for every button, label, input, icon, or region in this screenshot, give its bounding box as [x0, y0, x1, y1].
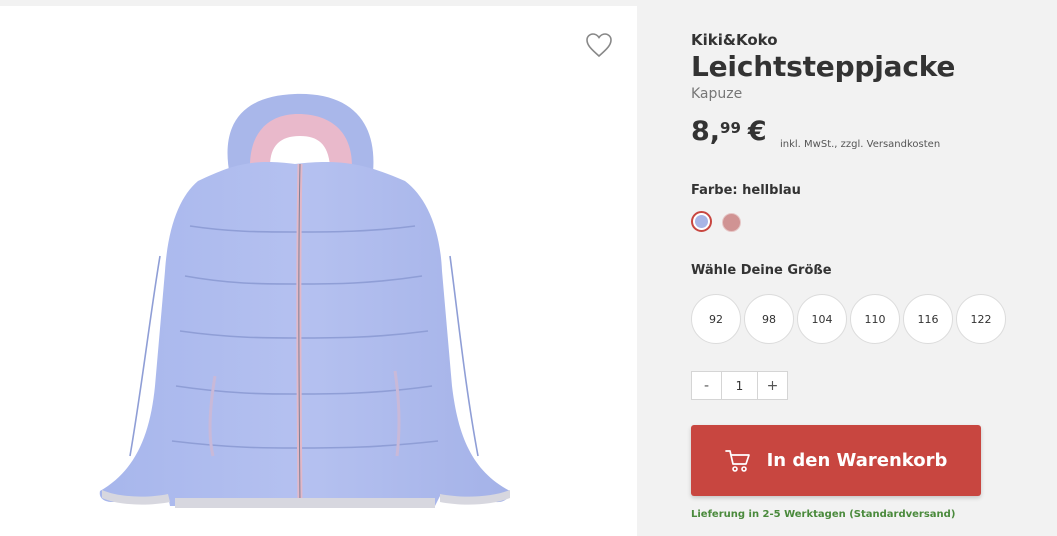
- price-currency: €: [747, 116, 767, 147]
- product-subtitle: Kapuze: [691, 86, 743, 102]
- quantity-decrease-button[interactable]: -: [692, 372, 721, 399]
- price-cents: 99: [720, 119, 741, 137]
- delivery-info: Lieferung in 2-5 Werktagen (Standardvers…: [691, 509, 956, 520]
- product-image: [99, 93, 510, 508]
- color-swatch-hellblau[interactable]: [691, 211, 712, 232]
- product-title: Leichtsteppjacke: [691, 50, 956, 83]
- vat-note: inkl. MwSt., zzgl. Versandkosten: [780, 139, 941, 150]
- size-option-98[interactable]: 98: [744, 294, 794, 344]
- size-option-116[interactable]: 116: [903, 294, 953, 344]
- size-option-110[interactable]: 110: [850, 294, 900, 344]
- color-swatch-rose[interactable]: [722, 213, 741, 232]
- price: 8,99 €: [691, 116, 767, 147]
- size-option-104[interactable]: 104: [797, 294, 847, 344]
- size-label: Wähle Deine Größe: [691, 263, 832, 278]
- quantity-increase-button[interactable]: +: [758, 372, 787, 399]
- price-whole: 8,: [691, 116, 721, 147]
- quantity-stepper: - 1 +: [691, 371, 788, 400]
- cart-icon: [724, 449, 750, 472]
- brand-name[interactable]: Kiki&Koko: [691, 31, 778, 49]
- product-image-panel: [0, 6, 637, 536]
- wishlist-button[interactable]: [585, 32, 613, 58]
- quantity-input[interactable]: 1: [721, 372, 758, 399]
- heart-icon: [586, 33, 612, 58]
- size-option-92[interactable]: 92: [691, 294, 741, 344]
- size-option-122[interactable]: 122: [956, 294, 1006, 344]
- add-to-cart-label: In den Warenkorb: [766, 450, 948, 471]
- add-to-cart-button[interactable]: In den Warenkorb: [691, 425, 981, 496]
- color-label: Farbe: hellblau: [691, 183, 801, 198]
